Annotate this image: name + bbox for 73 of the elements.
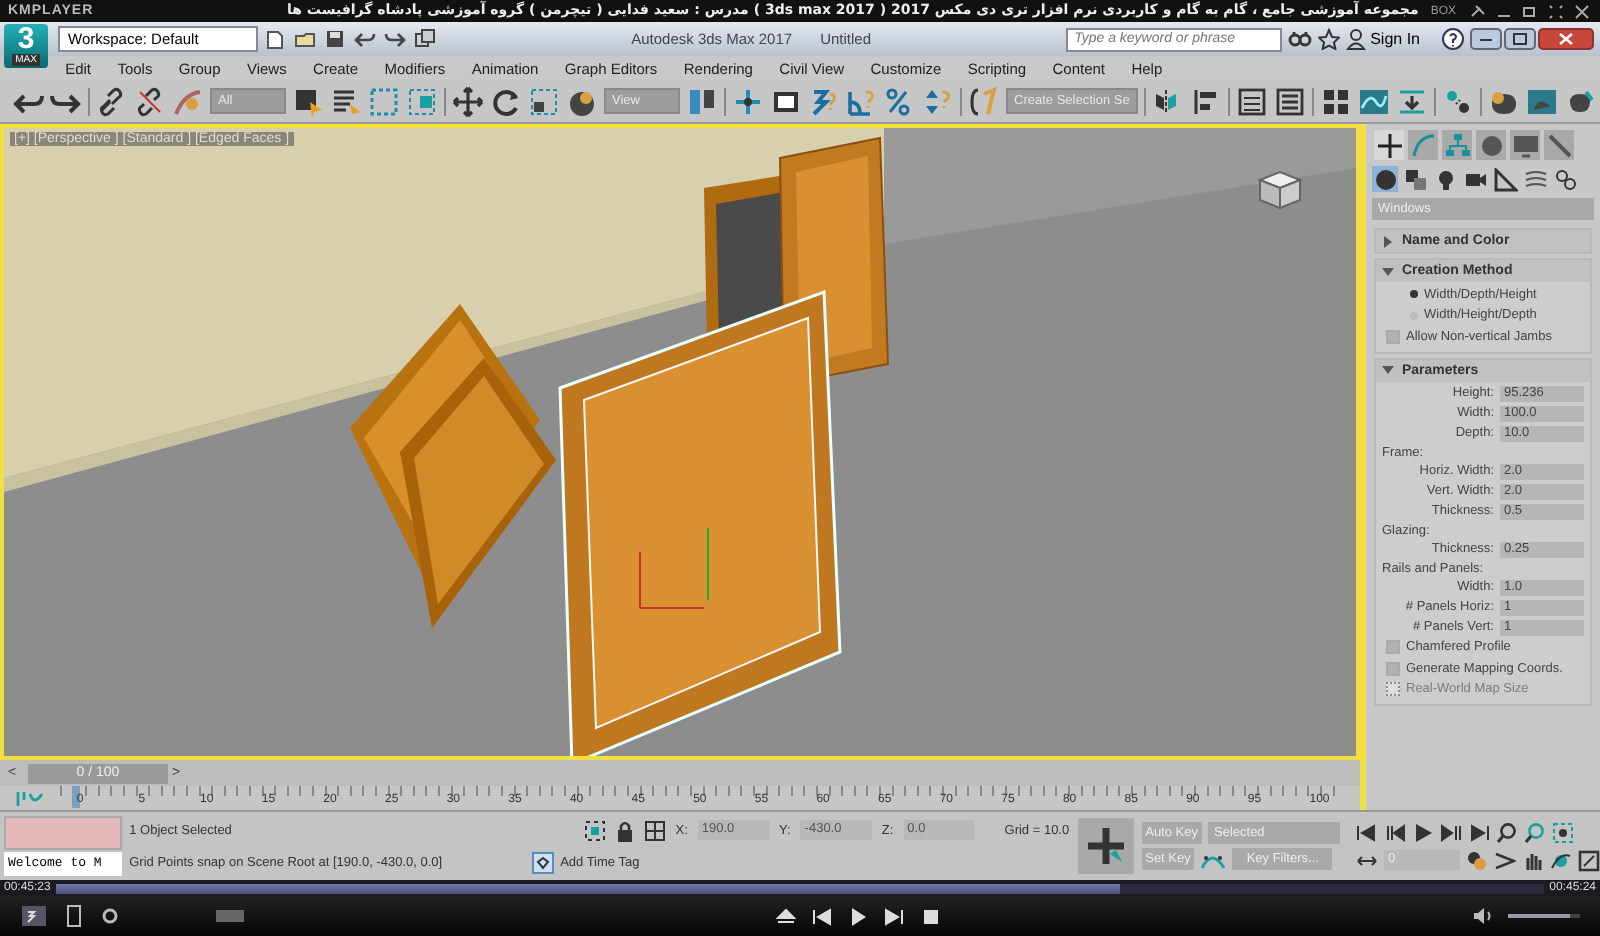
link-icon[interactable] <box>96 85 128 117</box>
object-type-tab[interactable] <box>1552 166 1578 192</box>
collapse-icon <box>1382 364 1394 376</box>
user-icon <box>1346 28 1367 50</box>
lock-icon[interactable] <box>615 819 634 841</box>
go-to-start-icon[interactable] <box>1356 821 1378 843</box>
angle-snap-icon[interactable] <box>846 85 878 117</box>
undo-icon[interactable] <box>354 28 376 50</box>
align-icon[interactable] <box>1189 85 1222 117</box>
utilities-icon <box>1545 131 1573 159</box>
spinner-snap-icon[interactable] <box>922 85 954 117</box>
next-frame-icon[interactable] <box>1440 821 1462 843</box>
hierarchy-icon <box>1443 131 1471 159</box>
systems-icon <box>1553 167 1577 191</box>
set-key-icon[interactable] <box>1077 818 1134 874</box>
schematic-icon[interactable] <box>1319 85 1352 117</box>
dope-sheet-icon[interactable] <box>1395 85 1428 117</box>
rotate-icon[interactable] <box>490 85 522 117</box>
sign-in-button[interactable]: Sign In <box>1346 28 1436 50</box>
eject-icon[interactable] <box>776 905 796 927</box>
help-icon[interactable] <box>1442 28 1464 50</box>
new-file-icon[interactable] <box>264 28 286 50</box>
restore-icon[interactable] <box>1520 1 1540 21</box>
zoom-icon[interactable] <box>1496 821 1518 843</box>
time-tag-icon <box>532 851 555 873</box>
play-icon[interactable] <box>848 905 868 927</box>
select-object-icon[interactable] <box>292 85 324 117</box>
isolate-selection-icon[interactable] <box>583 819 606 841</box>
helper-icon <box>1493 167 1517 191</box>
transform-mode-icon[interactable] <box>643 819 666 841</box>
unlink-icon[interactable] <box>134 85 166 117</box>
shapes-icon <box>1403 167 1427 191</box>
modify-icon <box>1409 131 1437 159</box>
capture-icon[interactable] <box>64 904 84 928</box>
seek-bar[interactable] <box>56 883 1544 893</box>
binoculars-icon[interactable] <box>1288 28 1313 50</box>
go-to-end-icon[interactable] <box>1468 821 1490 843</box>
layer-list-icon[interactable] <box>1235 85 1268 117</box>
rendered-frame-icon[interactable] <box>1525 85 1558 117</box>
star-icon[interactable] <box>1318 28 1341 50</box>
collapse-icon <box>1382 265 1394 277</box>
save-icon[interactable] <box>324 28 346 50</box>
move-icon[interactable] <box>452 85 484 117</box>
zoom-extents-icon[interactable] <box>1552 821 1574 843</box>
zoom-all-icon[interactable] <box>1524 821 1546 843</box>
radio-button[interactable] <box>1410 290 1418 299</box>
checkbox[interactable] <box>1386 640 1400 655</box>
restore-icon[interactable] <box>1504 28 1536 50</box>
stop-icon[interactable] <box>920 905 940 927</box>
select-by-name-icon[interactable] <box>330 85 362 117</box>
minimize-icon[interactable] <box>1470 28 1502 50</box>
object-type-tab[interactable] <box>1492 166 1518 192</box>
light-bulb-icon <box>1433 167 1457 191</box>
panel-tab[interactable] <box>1374 130 1404 160</box>
expand-icon <box>1382 235 1394 247</box>
motion-icon <box>1477 131 1505 159</box>
previous-frame-icon[interactable] <box>1384 821 1406 843</box>
volume-icon[interactable] <box>1472 906 1492 926</box>
close-icon[interactable] <box>1538 28 1594 50</box>
close-icon[interactable] <box>1572 1 1592 21</box>
display-icon <box>1511 131 1539 159</box>
play-icon[interactable] <box>1412 821 1434 843</box>
redo-icon[interactable] <box>384 28 406 50</box>
checkbox[interactable] <box>1386 661 1400 676</box>
toggle-ribbon-icon[interactable] <box>1273 85 1306 117</box>
object-type-tab[interactable] <box>1402 166 1428 192</box>
sphere-icon <box>1373 167 1397 191</box>
object-type-tab[interactable] <box>1372 166 1398 192</box>
previous-icon[interactable] <box>812 905 832 927</box>
next-icon[interactable] <box>884 905 904 927</box>
checkbox[interactable] <box>1386 329 1400 344</box>
create-icon <box>1375 131 1403 159</box>
folder-icon[interactable] <box>294 28 316 50</box>
